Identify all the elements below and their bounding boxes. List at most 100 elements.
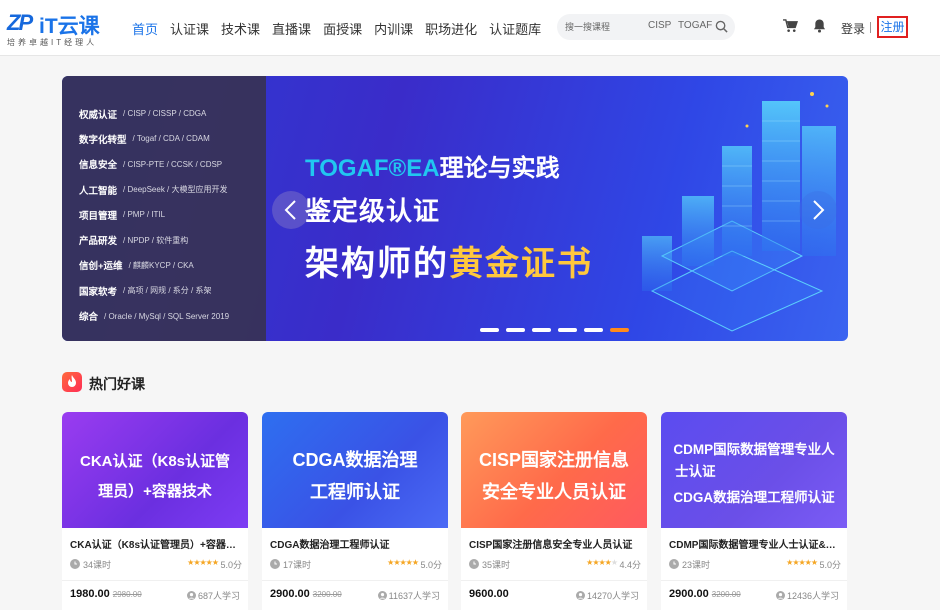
learner-count-text: 11637人学习 bbox=[388, 591, 440, 601]
nav-certification[interactable]: 认证课 bbox=[170, 19, 209, 38]
category-row[interactable]: 产品研发 / NPDP / 软件重构 bbox=[62, 227, 266, 252]
logo-slogan: 培养卓越IT经理人 bbox=[7, 38, 98, 47]
course-meta: 34课时 ★★★★★ 5.0分 bbox=[70, 558, 242, 572]
nav-inhouse[interactable]: 内训课 bbox=[374, 19, 413, 38]
register-link[interactable]: 注册 bbox=[877, 16, 908, 38]
rating-stars: ★★★★★ bbox=[786, 558, 818, 567]
card-divider bbox=[62, 580, 248, 581]
site-logo[interactable]: ZP iT云课 培养卓越IT经理人 bbox=[7, 10, 117, 48]
page: ZP iT云课 培养卓越IT经理人 首页 认证课 技术课 直播课 面授课 内训课… bbox=[0, 0, 940, 610]
category-row[interactable]: 信创+运维 / 麒麟KYCP / CKA bbox=[62, 253, 266, 278]
learner-count: 14270人学习 bbox=[575, 589, 639, 602]
rating-stars: ★★★★★ bbox=[586, 558, 618, 567]
banner-tagline-start: 架构师的 bbox=[305, 245, 449, 283]
learner-count: 687人学习 bbox=[186, 589, 240, 602]
rating-score: 5.0分 bbox=[220, 560, 242, 570]
course-price: 9600.00 bbox=[469, 588, 509, 600]
category-name: 信创+运维 bbox=[79, 261, 123, 273]
slide-dot[interactable] bbox=[558, 328, 577, 332]
slide-dot-active[interactable] bbox=[610, 328, 629, 332]
category-row[interactable]: 数字化转型 / Togaf / CDA / CDAM bbox=[62, 126, 266, 151]
category-name: 国家软考 bbox=[79, 286, 118, 298]
nav-question-bank[interactable]: 认证题库 bbox=[489, 19, 541, 38]
cover-text-line: 工程师认证 bbox=[310, 482, 400, 502]
rating-score: 5.0分 bbox=[420, 560, 442, 570]
current-price: 2900.00 bbox=[669, 588, 709, 600]
top-header: ZP iT云课 培养卓越IT经理人 首页 认证课 技术课 直播课 面授课 内训课… bbox=[0, 0, 940, 56]
search-input[interactable] bbox=[565, 19, 635, 35]
login-link[interactable]: 登录 bbox=[841, 20, 865, 37]
rating-stars: ★★★★★ bbox=[187, 558, 219, 567]
category-row[interactable]: 信息安全 / CISP-PTE / CCSK / CDSP bbox=[62, 152, 266, 177]
course-cover[interactable]: CDMP国际数据管理专业人 士认证 CDGA数据治理工程师认证 bbox=[661, 412, 847, 528]
nav-tech[interactable]: 技术课 bbox=[221, 19, 260, 38]
bell-icon[interactable] bbox=[813, 18, 826, 33]
lesson-count: 17课时 bbox=[283, 560, 312, 570]
course-meta: 23课时 ★★★★★ 5.0分 bbox=[669, 558, 841, 572]
search-icon[interactable] bbox=[715, 20, 728, 33]
course-cover[interactable]: CISP国家注册信息 安全专业人员认证 bbox=[461, 412, 647, 528]
user-icon bbox=[186, 591, 196, 600]
course-meta: 17课时 ★★★★★ 5.0分 bbox=[270, 558, 442, 572]
user-icon bbox=[775, 591, 785, 600]
banner-pagination bbox=[480, 328, 629, 332]
category-row[interactable]: 权威认证 / CISP / CISSP / CDGA bbox=[62, 101, 266, 126]
category-row[interactable]: 人工智能 / DeepSeek / 大模型应用开发 bbox=[62, 177, 266, 202]
course-meta: 35课时 ★★★★★ 4.4分 bbox=[469, 558, 641, 572]
learner-count-text: 687人学习 bbox=[197, 591, 240, 601]
category-name: 信息安全 bbox=[79, 160, 118, 172]
slide-dot[interactable] bbox=[506, 328, 525, 332]
cover-text-line: CISP国家注册信息 bbox=[478, 450, 629, 470]
cart-icon[interactable] bbox=[783, 19, 798, 33]
cover-text-line: 士认证 bbox=[675, 464, 716, 479]
slide-dot[interactable] bbox=[584, 328, 603, 332]
course-cover[interactable]: CKA认证（K8s认证管 理员）+容器技术 bbox=[62, 412, 248, 528]
hero-banner[interactable]: 权威认证 / CISP / CISSP / CDGA 数字化转型 / Togaf /… bbox=[62, 76, 848, 341]
hot-keyword-togaf[interactable]: TOGAF bbox=[678, 20, 712, 31]
category-row[interactable]: 综合 / Oracle / MySql / SQL Server 2019 bbox=[62, 303, 266, 328]
clock-icon bbox=[270, 559, 280, 569]
lesson-count: 23课时 bbox=[682, 560, 711, 570]
category-row[interactable]: 国家软考 / 高项 / 网规 / 系分 / 系架 bbox=[62, 278, 266, 303]
hot-keyword-cisp[interactable]: CISP bbox=[648, 20, 671, 31]
learner-count-text: 14270人学习 bbox=[586, 591, 639, 601]
current-price: 1980.00 bbox=[70, 588, 110, 600]
slide-dot[interactable] bbox=[532, 328, 551, 332]
banner-headline: TOGAF®EA理论与实践 bbox=[305, 148, 560, 183]
category-name: 综合 bbox=[79, 312, 99, 324]
course-card[interactable]: CDGA数据治理 工程师认证 CDGA数据治理工程师认证 17课时 ★★★★★ … bbox=[262, 412, 448, 610]
course-price: 1980.00 2980.00 bbox=[70, 588, 142, 600]
header-divider bbox=[870, 22, 871, 33]
banner-next-button[interactable] bbox=[799, 191, 837, 229]
category-subs: / Togaf / CDA / CDAM bbox=[132, 134, 210, 144]
course-cover[interactable]: CDGA数据治理 工程师认证 bbox=[262, 412, 448, 528]
course-title[interactable]: CDGA数据治理工程师认证 bbox=[270, 536, 442, 551]
course-title[interactable]: CKA认证（K8s认证管理员）+容器技术 bbox=[70, 536, 242, 551]
category-name: 权威认证 bbox=[79, 109, 118, 121]
banner-headline-rest: 理论与实践 bbox=[439, 155, 560, 182]
nav-live[interactable]: 直播课 bbox=[272, 19, 311, 38]
original-price: 2980.00 bbox=[112, 590, 142, 599]
course-card[interactable]: CKA认证（K8s认证管 理员）+容器技术 CKA认证（K8s认证管理员）+容器… bbox=[62, 412, 248, 610]
user-icon bbox=[575, 591, 585, 600]
current-price: 2900.00 bbox=[270, 588, 310, 600]
category-subs: / 麒麟KYCP / CKA bbox=[128, 260, 194, 270]
nav-onsite[interactable]: 面授课 bbox=[323, 19, 362, 38]
user-icon bbox=[377, 591, 387, 600]
banner-tagline-gold: 黄金证书 bbox=[449, 245, 593, 283]
nav-home[interactable]: 首页 bbox=[132, 19, 158, 38]
course-card[interactable]: CISP国家注册信息 安全专业人员认证 CISP国家注册信息安全专业人员认证 3… bbox=[461, 412, 647, 610]
rating-score: 4.4分 bbox=[619, 560, 641, 570]
category-row[interactable]: 项目管理 / PMP / ITIL bbox=[62, 202, 266, 227]
nav-career[interactable]: 职场进化 bbox=[425, 19, 477, 38]
category-name: 人工智能 bbox=[79, 185, 118, 197]
course-card[interactable]: CDMP国际数据管理专业人 士认证 CDGA数据治理工程师认证 CDMP国际数据… bbox=[661, 412, 847, 610]
clock-icon bbox=[70, 559, 80, 569]
course-title[interactable]: CDMP国际数据管理专业人士认证&CD... bbox=[669, 536, 841, 551]
category-subs: / NPDP / 软件重构 bbox=[123, 235, 189, 245]
banner-tagline: 架构师的黄金证书 bbox=[305, 236, 593, 285]
logo-name: iT云课 bbox=[39, 15, 100, 38]
slide-dot[interactable] bbox=[480, 328, 499, 332]
course-title[interactable]: CISP国家注册信息安全专业人员认证 bbox=[469, 536, 641, 551]
category-name: 产品研发 bbox=[79, 236, 118, 248]
